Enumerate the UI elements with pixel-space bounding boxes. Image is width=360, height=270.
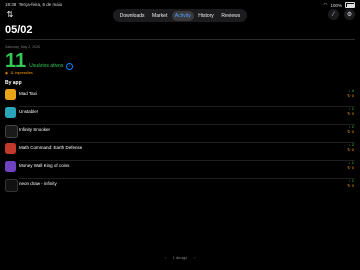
wifi-icon: ◠ [323,2,328,7]
date-line: Saturday, May 2, 2026 [5,45,40,49]
page-title: 05/02 [5,24,33,36]
segmented-tabs: Downloads Market Activity History Review… [113,9,247,22]
list-item[interactable]: Money Wall King of coins ↓ 1 ↻ 0 [5,160,355,178]
chevron-right-icon[interactable]: › [194,256,195,260]
tab-history[interactable]: History [195,11,217,21]
app-icon [5,125,18,138]
active-users-label: Usuários ativos [29,63,64,69]
app-icon [5,179,18,192]
status-bar: 19:38 Terça-feira, 6 de maio ◠ 100% [0,0,360,9]
list-item[interactable]: Infinity Snooker ↓ 2 ↻ 0 [5,124,355,142]
status-right: ◠ 100% [324,2,355,8]
app-icon [5,161,16,172]
list-item[interactable]: Unstable! ↓ 1 ↻ 0 [5,106,355,124]
app-icon [5,143,16,154]
app-icon [5,89,16,100]
gear-icon[interactable]: ⚙ [344,9,355,20]
battery-icon [345,2,355,8]
magic-wand-icon[interactable]: ⁄ [328,9,339,20]
status-time: 19:38 Terça-feira, 6 de maio [5,2,63,7]
pager: ‹ 1 dia ago › [0,256,360,260]
app-icon [5,107,16,118]
list-item[interactable]: Math Command: Earth Defense ↓ 2 ↻ 0 [5,142,355,160]
divider [5,39,355,40]
tab-activity[interactable]: Activity [171,10,194,21]
list-item[interactable]: Mad Taxi ↓ 4 ↻ 0 [5,88,355,106]
tab-market[interactable]: Market [149,11,170,21]
pager-label: 1 dia ago [172,256,188,260]
section-header: By app [5,80,22,86]
active-users-count: 11 [5,50,27,72]
eye-icon: ◉ [5,71,9,75]
impressions: ◉ 11 Impressões [5,71,33,75]
chevron-left-icon[interactable]: ‹ [165,256,166,260]
list-item[interactable]: neon draw - infinity ↓ 1 ↻ 0 [5,178,355,196]
active-users: 11 Usuários ativos i [5,50,74,72]
info-icon[interactable]: i [66,62,74,70]
header-actions: ⁄ ⚙ [328,9,355,20]
tab-downloads[interactable]: Downloads [117,11,148,21]
sort-icon[interactable]: ⇅ [5,10,15,20]
tab-reviews[interactable]: Reviews [218,11,243,21]
battery-percent: 100% [330,2,342,8]
